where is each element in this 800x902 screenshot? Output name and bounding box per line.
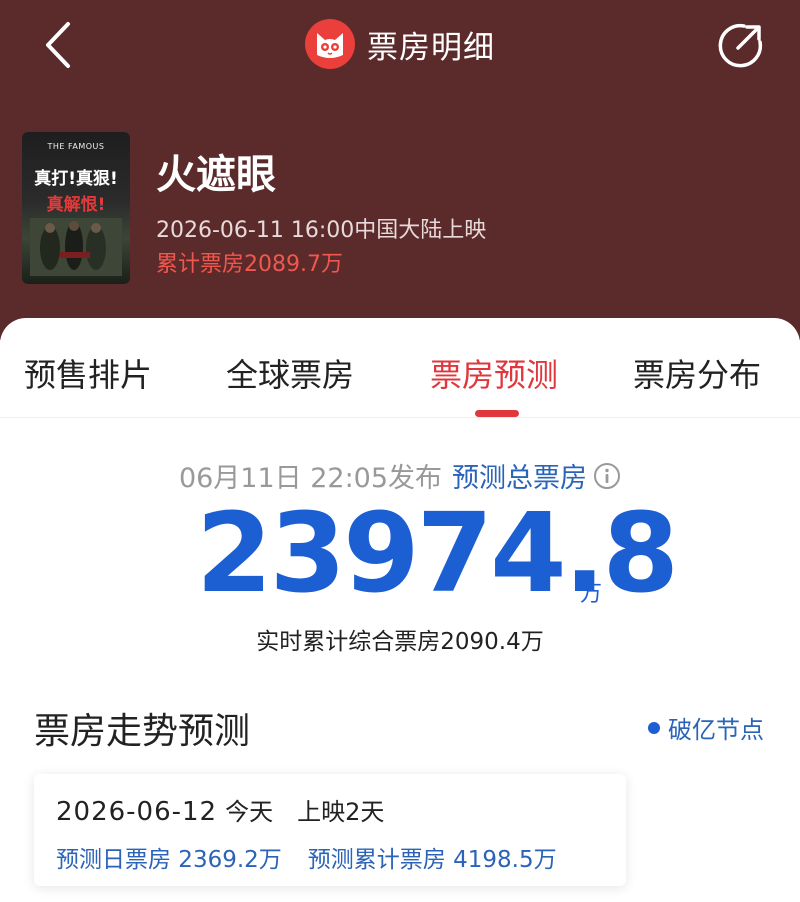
card-values-row: 预测日票房 2369.2万 预测累计票房 4198.5万 bbox=[56, 840, 557, 874]
page-header: 票房明细 THE FAMOUS 真打!真狠! 真解恨! 火遮眼 2026-06-… bbox=[0, 0, 800, 340]
forecast-total-unit: 万 bbox=[580, 582, 603, 607]
poster-slogan-line2: 真解恨! bbox=[46, 195, 106, 215]
tab-presale[interactable]: 预售排片 bbox=[24, 350, 152, 396]
release-info: 2026-06-11 16:00中国大陆上映 bbox=[156, 218, 487, 243]
tab-forecast[interactable]: 票房预测 bbox=[430, 350, 558, 396]
content-panel: 预售排片 全球票房 票房预测 票房分布 06月11日 22:05发布 预测总票房 … bbox=[0, 318, 800, 902]
active-tab-indicator bbox=[475, 410, 519, 417]
legend-label: 破亿节点 bbox=[668, 716, 764, 744]
card-days-screened: 上映2天 bbox=[297, 798, 385, 826]
milestone-legend[interactable]: 破亿节点 bbox=[648, 710, 764, 745]
card-date: 2026-06-12 bbox=[56, 797, 218, 827]
poster-english-title: THE FAMOUS bbox=[47, 142, 105, 151]
card-day-label: 今天 bbox=[225, 798, 274, 826]
legend-dot-icon bbox=[648, 721, 660, 734]
share-button[interactable] bbox=[714, 20, 766, 72]
cumulative-box-office: 累计票房2089.7万 bbox=[156, 252, 343, 277]
realtime-cumulative: 实时累计综合票房2090.4万 bbox=[256, 629, 544, 655]
card-daily-forecast: 预测日票房 2369.2万 bbox=[56, 847, 282, 873]
poster-scene-image bbox=[30, 218, 122, 276]
movie-title: 火遮眼 bbox=[156, 152, 276, 198]
tab-global-box-office[interactable]: 全球票房 bbox=[226, 350, 354, 396]
info-icon[interactable] bbox=[593, 462, 621, 490]
header-title-group: 票房明细 bbox=[0, 18, 800, 70]
trend-section-title: 票房走势预测 bbox=[34, 711, 251, 752]
forecast-tooltip-card: 2026-06-12 今天 上映2天 预测日票房 2369.2万 预测累计票房 419… bbox=[34, 774, 626, 886]
card-date-row: 2026-06-12 今天 上映2天 bbox=[56, 792, 384, 827]
movie-poster[interactable]: THE FAMOUS 真打!真狠! 真解恨! bbox=[22, 132, 130, 284]
tab-distribution[interactable]: 票房分布 bbox=[633, 350, 761, 396]
cat-logo-icon bbox=[305, 19, 355, 69]
tab-bar: 预售排片 全球票房 票房预测 票房分布 bbox=[0, 318, 800, 418]
forecast-total-value: 23974.8 bbox=[196, 489, 679, 617]
card-total-forecast: 预测累计票房 4198.5万 bbox=[307, 847, 557, 873]
page-title: 票房明细 bbox=[367, 29, 495, 66]
poster-slogan-line1: 真打!真狠! bbox=[34, 169, 118, 189]
share-icon bbox=[718, 23, 763, 68]
